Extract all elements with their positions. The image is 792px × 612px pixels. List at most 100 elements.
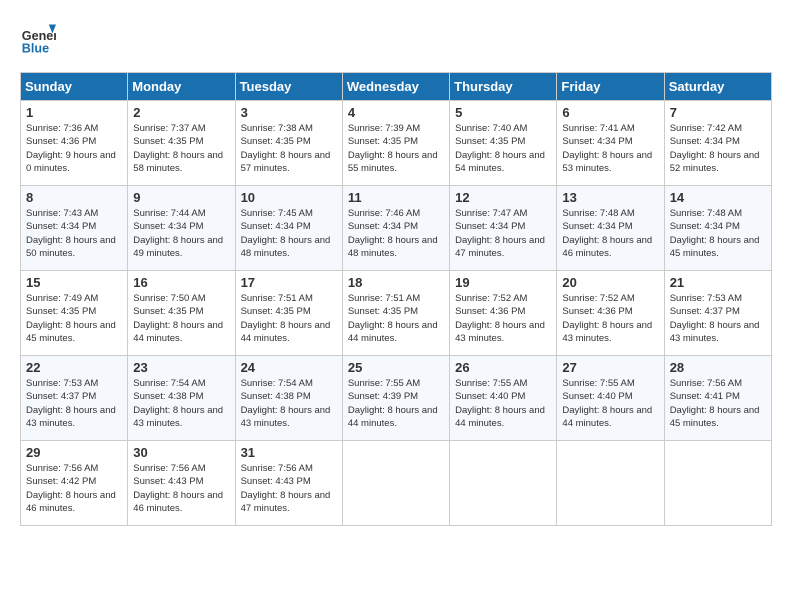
day-header-monday: Monday (128, 73, 235, 101)
calendar-cell: 20 Sunrise: 7:52 AM Sunset: 4:36 PM Dayl… (557, 271, 664, 356)
cell-info: Sunrise: 7:56 AM Sunset: 4:43 PM Dayligh… (133, 462, 229, 515)
day-number: 1 (26, 105, 122, 120)
cell-info: Sunrise: 7:53 AM Sunset: 4:37 PM Dayligh… (26, 377, 122, 430)
calendar-cell: 25 Sunrise: 7:55 AM Sunset: 4:39 PM Dayl… (342, 356, 449, 441)
calendar-cell: 4 Sunrise: 7:39 AM Sunset: 4:35 PM Dayli… (342, 101, 449, 186)
day-number: 25 (348, 360, 444, 375)
cell-info: Sunrise: 7:52 AM Sunset: 4:36 PM Dayligh… (455, 292, 551, 345)
day-number: 9 (133, 190, 229, 205)
cell-info: Sunrise: 7:41 AM Sunset: 4:34 PM Dayligh… (562, 122, 658, 175)
calendar-cell (664, 441, 771, 526)
calendar-cell: 6 Sunrise: 7:41 AM Sunset: 4:34 PM Dayli… (557, 101, 664, 186)
calendar-cell: 2 Sunrise: 7:37 AM Sunset: 4:35 PM Dayli… (128, 101, 235, 186)
cell-info: Sunrise: 7:45 AM Sunset: 4:34 PM Dayligh… (241, 207, 337, 260)
cell-info: Sunrise: 7:40 AM Sunset: 4:35 PM Dayligh… (455, 122, 551, 175)
day-header-sunday: Sunday (21, 73, 128, 101)
cell-info: Sunrise: 7:54 AM Sunset: 4:38 PM Dayligh… (133, 377, 229, 430)
day-number: 5 (455, 105, 551, 120)
day-number: 24 (241, 360, 337, 375)
cell-info: Sunrise: 7:54 AM Sunset: 4:38 PM Dayligh… (241, 377, 337, 430)
calendar-cell (342, 441, 449, 526)
day-number: 30 (133, 445, 229, 460)
cell-info: Sunrise: 7:53 AM Sunset: 4:37 PM Dayligh… (670, 292, 766, 345)
calendar-week-row: 8 Sunrise: 7:43 AM Sunset: 4:34 PM Dayli… (21, 186, 772, 271)
day-number: 3 (241, 105, 337, 120)
cell-info: Sunrise: 7:55 AM Sunset: 4:40 PM Dayligh… (562, 377, 658, 430)
day-number: 12 (455, 190, 551, 205)
calendar-cell: 27 Sunrise: 7:55 AM Sunset: 4:40 PM Dayl… (557, 356, 664, 441)
cell-info: Sunrise: 7:56 AM Sunset: 4:41 PM Dayligh… (670, 377, 766, 430)
calendar-cell: 26 Sunrise: 7:55 AM Sunset: 4:40 PM Dayl… (450, 356, 557, 441)
day-number: 2 (133, 105, 229, 120)
calendar-cell: 29 Sunrise: 7:56 AM Sunset: 4:42 PM Dayl… (21, 441, 128, 526)
cell-info: Sunrise: 7:44 AM Sunset: 4:34 PM Dayligh… (133, 207, 229, 260)
cell-info: Sunrise: 7:48 AM Sunset: 4:34 PM Dayligh… (670, 207, 766, 260)
calendar-cell: 23 Sunrise: 7:54 AM Sunset: 4:38 PM Dayl… (128, 356, 235, 441)
calendar-header-row: SundayMondayTuesdayWednesdayThursdayFrid… (21, 73, 772, 101)
logo: General Blue (20, 20, 56, 56)
calendar-cell: 17 Sunrise: 7:51 AM Sunset: 4:35 PM Dayl… (235, 271, 342, 356)
day-number: 27 (562, 360, 658, 375)
calendar-cell: 18 Sunrise: 7:51 AM Sunset: 4:35 PM Dayl… (342, 271, 449, 356)
day-number: 14 (670, 190, 766, 205)
calendar-cell: 11 Sunrise: 7:46 AM Sunset: 4:34 PM Dayl… (342, 186, 449, 271)
calendar-cell: 15 Sunrise: 7:49 AM Sunset: 4:35 PM Dayl… (21, 271, 128, 356)
day-header-thursday: Thursday (450, 73, 557, 101)
calendar-cell: 8 Sunrise: 7:43 AM Sunset: 4:34 PM Dayli… (21, 186, 128, 271)
calendar-cell: 12 Sunrise: 7:47 AM Sunset: 4:34 PM Dayl… (450, 186, 557, 271)
cell-info: Sunrise: 7:56 AM Sunset: 4:42 PM Dayligh… (26, 462, 122, 515)
day-header-tuesday: Tuesday (235, 73, 342, 101)
cell-info: Sunrise: 7:48 AM Sunset: 4:34 PM Dayligh… (562, 207, 658, 260)
day-number: 18 (348, 275, 444, 290)
cell-info: Sunrise: 7:56 AM Sunset: 4:43 PM Dayligh… (241, 462, 337, 515)
cell-info: Sunrise: 7:49 AM Sunset: 4:35 PM Dayligh… (26, 292, 122, 345)
cell-info: Sunrise: 7:47 AM Sunset: 4:34 PM Dayligh… (455, 207, 551, 260)
cell-info: Sunrise: 7:55 AM Sunset: 4:40 PM Dayligh… (455, 377, 551, 430)
svg-text:Blue: Blue (22, 41, 49, 55)
calendar-week-row: 1 Sunrise: 7:36 AM Sunset: 4:36 PM Dayli… (21, 101, 772, 186)
calendar-week-row: 22 Sunrise: 7:53 AM Sunset: 4:37 PM Dayl… (21, 356, 772, 441)
day-number: 23 (133, 360, 229, 375)
day-number: 11 (348, 190, 444, 205)
day-number: 17 (241, 275, 337, 290)
calendar-cell: 22 Sunrise: 7:53 AM Sunset: 4:37 PM Dayl… (21, 356, 128, 441)
cell-info: Sunrise: 7:36 AM Sunset: 4:36 PM Dayligh… (26, 122, 122, 175)
day-header-friday: Friday (557, 73, 664, 101)
calendar-cell: 30 Sunrise: 7:56 AM Sunset: 4:43 PM Dayl… (128, 441, 235, 526)
day-number: 8 (26, 190, 122, 205)
cell-info: Sunrise: 7:55 AM Sunset: 4:39 PM Dayligh… (348, 377, 444, 430)
calendar-week-row: 29 Sunrise: 7:56 AM Sunset: 4:42 PM Dayl… (21, 441, 772, 526)
calendar-table: SundayMondayTuesdayWednesdayThursdayFrid… (20, 72, 772, 526)
calendar-cell: 31 Sunrise: 7:56 AM Sunset: 4:43 PM Dayl… (235, 441, 342, 526)
logo-icon: General Blue (20, 20, 56, 56)
cell-info: Sunrise: 7:52 AM Sunset: 4:36 PM Dayligh… (562, 292, 658, 345)
cell-info: Sunrise: 7:51 AM Sunset: 4:35 PM Dayligh… (348, 292, 444, 345)
day-header-saturday: Saturday (664, 73, 771, 101)
cell-info: Sunrise: 7:50 AM Sunset: 4:35 PM Dayligh… (133, 292, 229, 345)
calendar-cell: 28 Sunrise: 7:56 AM Sunset: 4:41 PM Dayl… (664, 356, 771, 441)
calendar-cell: 14 Sunrise: 7:48 AM Sunset: 4:34 PM Dayl… (664, 186, 771, 271)
calendar-cell: 21 Sunrise: 7:53 AM Sunset: 4:37 PM Dayl… (664, 271, 771, 356)
calendar-week-row: 15 Sunrise: 7:49 AM Sunset: 4:35 PM Dayl… (21, 271, 772, 356)
calendar-cell (557, 441, 664, 526)
calendar-cell: 19 Sunrise: 7:52 AM Sunset: 4:36 PM Dayl… (450, 271, 557, 356)
day-number: 6 (562, 105, 658, 120)
calendar-cell (450, 441, 557, 526)
day-number: 20 (562, 275, 658, 290)
calendar-cell: 5 Sunrise: 7:40 AM Sunset: 4:35 PM Dayli… (450, 101, 557, 186)
day-number: 10 (241, 190, 337, 205)
cell-info: Sunrise: 7:39 AM Sunset: 4:35 PM Dayligh… (348, 122, 444, 175)
cell-info: Sunrise: 7:51 AM Sunset: 4:35 PM Dayligh… (241, 292, 337, 345)
cell-info: Sunrise: 7:43 AM Sunset: 4:34 PM Dayligh… (26, 207, 122, 260)
cell-info: Sunrise: 7:37 AM Sunset: 4:35 PM Dayligh… (133, 122, 229, 175)
calendar-cell: 3 Sunrise: 7:38 AM Sunset: 4:35 PM Dayli… (235, 101, 342, 186)
calendar-cell: 7 Sunrise: 7:42 AM Sunset: 4:34 PM Dayli… (664, 101, 771, 186)
day-number: 28 (670, 360, 766, 375)
calendar-cell: 13 Sunrise: 7:48 AM Sunset: 4:34 PM Dayl… (557, 186, 664, 271)
calendar-cell: 16 Sunrise: 7:50 AM Sunset: 4:35 PM Dayl… (128, 271, 235, 356)
day-number: 26 (455, 360, 551, 375)
cell-info: Sunrise: 7:46 AM Sunset: 4:34 PM Dayligh… (348, 207, 444, 260)
day-number: 16 (133, 275, 229, 290)
day-number: 29 (26, 445, 122, 460)
cell-info: Sunrise: 7:42 AM Sunset: 4:34 PM Dayligh… (670, 122, 766, 175)
